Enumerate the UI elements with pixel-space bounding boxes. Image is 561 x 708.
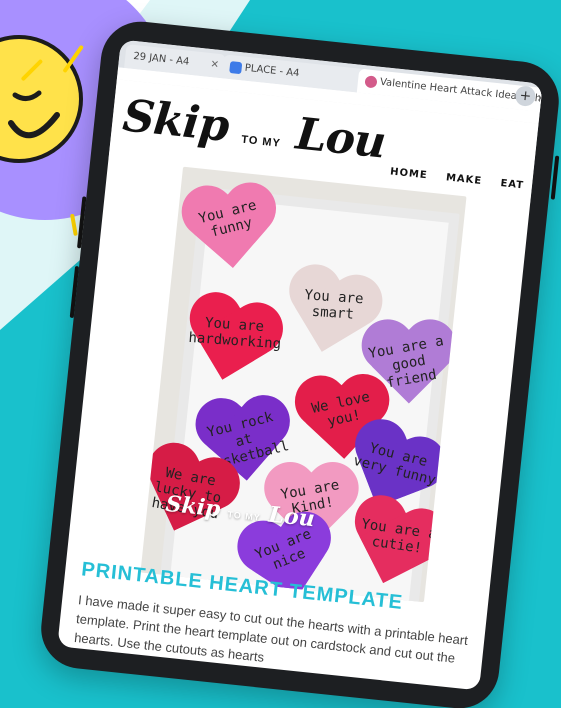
tab-label: 29 JAN - A4 bbox=[132, 50, 190, 68]
logo-main: Skip bbox=[120, 90, 231, 153]
nav-item-make[interactable]: MAKE bbox=[445, 172, 482, 187]
logo-last: Lou bbox=[293, 108, 388, 169]
close-icon[interactable]: ✕ bbox=[535, 87, 543, 112]
close-icon[interactable]: ✕ bbox=[209, 53, 220, 78]
nav-item-eat[interactable]: EAT bbox=[500, 178, 525, 191]
hero-photo: You are funny You are smart You are a go… bbox=[140, 166, 467, 603]
promo-scene: 29 JAN - A4 ✕ PLACE - A4 ✕ Valentine Hea… bbox=[0, 0, 561, 708]
tablet-screen: 29 JAN - A4 ✕ PLACE - A4 ✕ Valentine Hea… bbox=[57, 39, 543, 691]
nav-item-home[interactable]: HOME bbox=[390, 166, 429, 181]
tab-label: PLACE - A4 bbox=[244, 62, 300, 80]
heart-text: You are smart bbox=[303, 287, 364, 323]
heart-text: You are hardworking bbox=[187, 314, 282, 353]
body-text: I have made it super easy to cut out the… bbox=[73, 592, 469, 666]
sun-icon bbox=[0, 35, 83, 163]
logo-small: TO MY bbox=[240, 133, 282, 150]
site-favicon-icon bbox=[229, 61, 243, 75]
watermark-small: TO MY bbox=[227, 509, 262, 523]
watermark-last: Lou bbox=[267, 501, 317, 533]
site-favicon-icon bbox=[364, 75, 378, 89]
heart-note: You are funny bbox=[171, 171, 287, 271]
tablet-device: 29 JAN - A4 ✕ PLACE - A4 ✕ Valentine Hea… bbox=[37, 17, 561, 708]
watermark-main: Skip bbox=[164, 490, 222, 523]
site-nav: HOME MAKE EAT bbox=[376, 165, 525, 191]
